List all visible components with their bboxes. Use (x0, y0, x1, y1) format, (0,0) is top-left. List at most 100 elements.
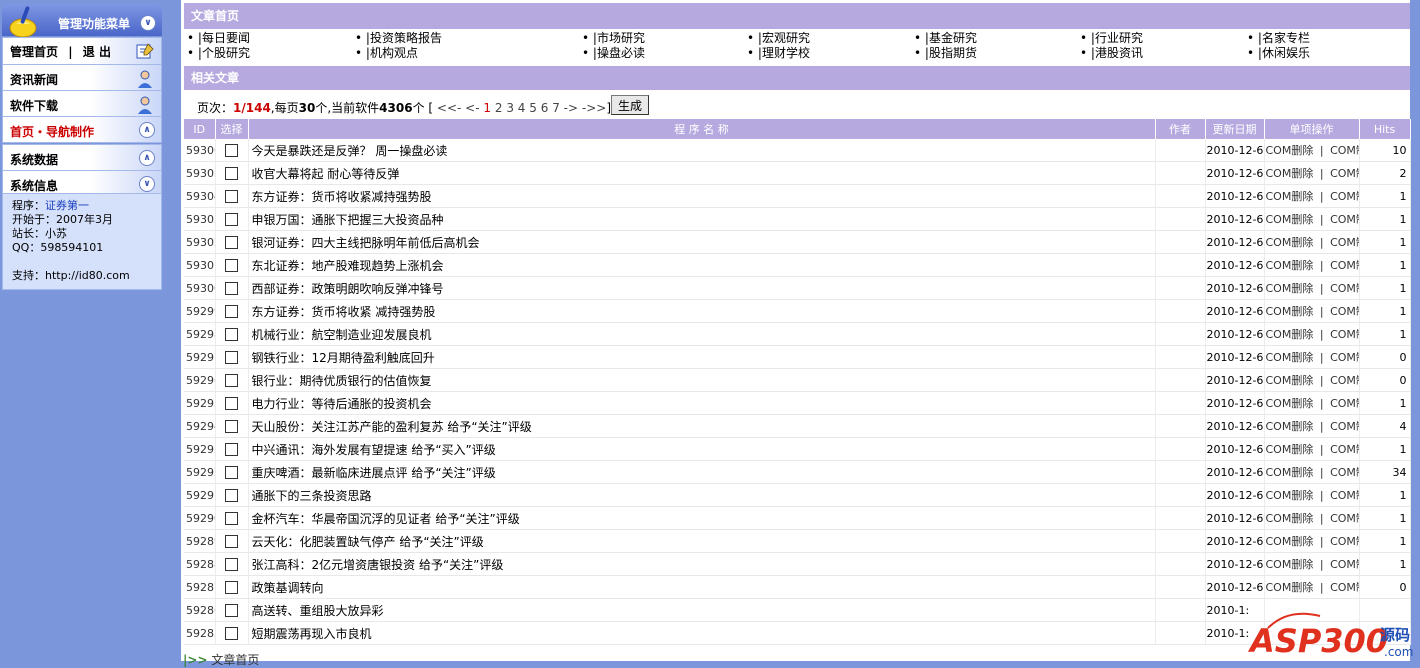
row-checkbox[interactable] (225, 535, 238, 548)
category-link[interactable]: • |投资策略报告 (355, 31, 442, 46)
com-make-link[interactable]: COM制 (1330, 512, 1358, 525)
com-delete-link[interactable]: COM删除 (1266, 328, 1314, 341)
com-make-link[interactable]: COM制 (1330, 535, 1358, 548)
row-title-link[interactable]: 东方证券：货币将收紧 减持强势股 (248, 299, 1156, 323)
row-title-link[interactable]: 重庆啤酒：最新临床进展点评 给予“关注”评级 (248, 460, 1156, 484)
page-number-link[interactable]: 5 (529, 101, 537, 115)
last-page-link[interactable]: ->> (582, 101, 606, 115)
com-delete-link[interactable]: COM删除 (1266, 259, 1314, 272)
com-delete-link[interactable]: COM删除 (1266, 397, 1314, 410)
category-link[interactable]: • |市场研究 (582, 31, 645, 46)
row-title-link[interactable]: 收官大幕将起 耐心等待反弹 (248, 161, 1156, 185)
category-link[interactable]: • |股指期货 (914, 46, 977, 61)
com-delete-link[interactable]: COM删除 (1266, 535, 1314, 548)
com-make-link[interactable]: COM制 (1330, 374, 1358, 387)
com-make-link[interactable]: COM制 (1330, 167, 1358, 180)
prev-page-link[interactable]: <- (465, 101, 479, 115)
row-checkbox[interactable] (225, 627, 238, 640)
com-delete-link[interactable]: COM删除 (1266, 489, 1314, 502)
page-number-link[interactable]: 6 (541, 101, 549, 115)
row-checkbox[interactable] (225, 558, 238, 571)
category-link[interactable]: • |名家专栏 (1247, 31, 1310, 46)
category-link[interactable]: • |休闲娱乐 (1247, 46, 1310, 61)
footer-home-link[interactable]: |>> 文章首页 (183, 651, 259, 668)
sidebar-item-system-data[interactable]: 系统数据 ∧ (2, 144, 162, 171)
row-title-link[interactable]: 西部证券：政策明朗吹响反弹冲锋号 (248, 276, 1156, 300)
row-title-link[interactable]: 银行业：期待优质银行的估值恢复 (248, 368, 1156, 392)
com-delete-link[interactable]: COM删除 (1266, 512, 1314, 525)
row-checkbox[interactable] (225, 167, 238, 180)
row-checkbox[interactable] (225, 282, 238, 295)
com-make-link[interactable]: COM制 (1330, 397, 1358, 410)
com-make-link[interactable]: COM制 (1330, 259, 1358, 272)
row-title-link[interactable]: 申银万国：通胀下把握三大投资品种 (248, 207, 1156, 231)
row-checkbox[interactable] (225, 305, 238, 318)
row-title-link[interactable]: 银河证券：四大主线把脉明年前低后高机会 (248, 230, 1156, 254)
com-make-link[interactable]: COM制 (1330, 420, 1358, 433)
com-delete-link[interactable]: COM删除 (1266, 558, 1314, 571)
row-checkbox[interactable] (225, 213, 238, 226)
row-title-link[interactable]: 通胀下的三条投资思路 (248, 483, 1156, 507)
com-make-link[interactable]: COM制 (1330, 351, 1358, 364)
category-link[interactable]: • |行业研究 (1080, 31, 1143, 46)
row-checkbox[interactable] (225, 259, 238, 272)
row-checkbox[interactable] (225, 466, 238, 479)
com-make-link[interactable]: COM制 (1330, 489, 1358, 502)
com-make-link[interactable]: COM制 (1330, 190, 1358, 203)
chevron-down-icon[interactable]: ∨ (139, 176, 155, 192)
page-number-link[interactable]: 2 (495, 101, 503, 115)
com-delete-link[interactable]: COM删除 (1266, 282, 1314, 295)
com-delete-link[interactable]: COM删除 (1266, 466, 1314, 479)
com-delete-link[interactable]: COM删除 (1266, 581, 1314, 594)
com-make-link[interactable]: COM制 (1330, 144, 1358, 157)
com-delete-link[interactable]: COM删除 (1266, 213, 1314, 226)
chevron-up-icon[interactable]: ∧ (139, 150, 155, 166)
category-link[interactable]: • |操盘必读 (582, 46, 645, 61)
collapse-menu-icon[interactable]: ∨ (140, 15, 156, 31)
admin-home-link[interactable]: 管理首页 (10, 45, 58, 59)
com-make-link[interactable]: COM制 (1330, 443, 1358, 456)
row-checkbox[interactable] (225, 144, 238, 157)
row-title-link[interactable]: 高送转、重组股大放异彩 (248, 598, 1156, 622)
sidebar-item-downloads[interactable]: 软件下载 (2, 90, 162, 117)
com-delete-link[interactable]: COM删除 (1266, 190, 1314, 203)
row-title-link[interactable]: 东方证券：货币将收紧减持强势股 (248, 184, 1156, 208)
com-delete-link[interactable]: COM删除 (1266, 144, 1314, 157)
com-delete-link[interactable]: COM删除 (1266, 305, 1314, 318)
row-checkbox[interactable] (225, 397, 238, 410)
com-make-link[interactable]: COM制 (1330, 466, 1358, 479)
row-title-link[interactable]: 中兴通讯：海外发展有望提速 给予“买入”评级 (248, 437, 1156, 461)
row-title-link[interactable]: 天山股份：关注江苏产能的盈利复苏 给予“关注”评级 (248, 414, 1156, 438)
page-number-link[interactable]: 7 (552, 101, 560, 115)
com-make-link[interactable]: COM制 (1330, 236, 1358, 249)
row-checkbox[interactable] (225, 374, 238, 387)
row-checkbox[interactable] (225, 489, 238, 502)
com-make-link[interactable]: COM制 (1330, 581, 1358, 594)
row-title-link[interactable]: 钢铁行业：12月期待盈利触底回升 (248, 345, 1156, 369)
sidebar-item-home-nav[interactable]: 首页・导航制作 ∧ (2, 116, 162, 143)
row-title-link[interactable]: 电力行业：等待后通胀的投资机会 (248, 391, 1156, 415)
row-title-link[interactable]: 张江高科：2亿元增资唐银投资 给予“关注”评级 (248, 552, 1156, 576)
row-title-link[interactable]: 机械行业：航空制造业迎发展良机 (248, 322, 1156, 346)
row-title-link[interactable]: 云天化：化肥装置缺气停产 给予“关注”评级 (248, 529, 1156, 553)
sidebar-item-system-info[interactable]: 系统信息 ∨ (2, 170, 162, 195)
row-title-link[interactable]: 今天是暴跌还是反弹？ 周一操盘必读 (248, 139, 1156, 162)
row-title-link[interactable]: 短期震荡再现入市良机 (248, 621, 1156, 645)
category-link[interactable]: • |宏观研究 (747, 31, 810, 46)
com-delete-link[interactable]: COM删除 (1266, 374, 1314, 387)
com-make-link[interactable]: COM制 (1330, 305, 1358, 318)
com-make-link[interactable]: COM制 (1330, 558, 1358, 571)
com-delete-link[interactable]: COM删除 (1266, 443, 1314, 456)
row-checkbox[interactable] (225, 420, 238, 433)
com-delete-link[interactable]: COM删除 (1266, 351, 1314, 364)
com-delete-link[interactable]: COM删除 (1266, 236, 1314, 249)
com-make-link[interactable]: COM制 (1330, 328, 1358, 341)
com-make-link[interactable]: COM制 (1330, 213, 1358, 226)
page-number-link[interactable]: 4 (518, 101, 526, 115)
row-title-link[interactable]: 金杯汽车：华晨帝国沉浮的见证者 给予“关注”评级 (248, 506, 1156, 530)
row-checkbox[interactable] (225, 190, 238, 203)
first-page-link[interactable]: <<- (437, 101, 461, 115)
row-checkbox[interactable] (225, 351, 238, 364)
category-link[interactable]: • |基金研究 (914, 31, 977, 46)
row-checkbox[interactable] (225, 604, 238, 617)
